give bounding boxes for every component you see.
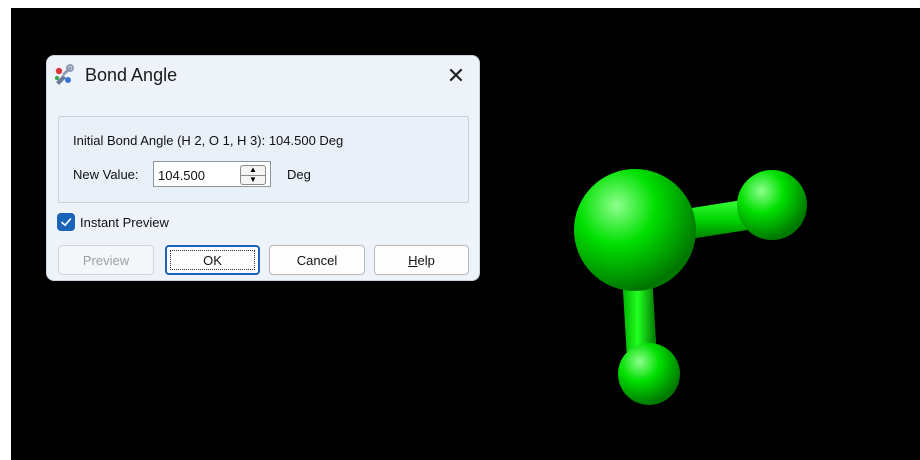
dialog-title: Bond Angle [85,65,178,85]
new-value-input[interactable] [158,166,234,184]
instant-preview-checkbox[interactable] [57,213,75,231]
new-value-spinbox[interactable]: ▲ ▼ [153,161,271,187]
cancel-button[interactable]: Cancel [269,245,365,275]
atom-h3 [618,343,680,405]
bond-angle-dialog: Bond Angle ✕ Initial Bond Angle (H 2, O … [46,55,480,281]
instant-preview-label: Instant Preview [80,214,169,230]
dialog-titlebar[interactable]: Bond Angle ✕ [47,56,479,96]
close-icon: ✕ [446,63,466,88]
new-value-label: New Value: [73,167,139,182]
help-button[interactable]: Help [374,245,469,275]
help-mnemonic: H [408,252,418,268]
preview-button-label: Preview [82,252,130,268]
close-button[interactable]: ✕ [433,56,479,96]
ok-button[interactable]: OK [165,245,260,275]
preview-button[interactable]: Preview [58,245,154,275]
atom-o1 [574,169,696,291]
instant-preview-row[interactable]: Instant Preview [57,212,169,232]
molecule-wrench-icon [55,64,74,85]
initial-bond-angle-text: Initial Bond Angle (H 2, O 1, H 3): 104.… [73,133,344,148]
checkmark-icon [61,218,72,226]
angle-group-box: Initial Bond Angle (H 2, O 1, H 3): 104.… [58,116,469,203]
spinner-buttons[interactable]: ▲ ▼ [240,165,266,185]
unit-label: Deg [287,167,311,182]
help-button-label: Help [408,253,435,268]
help-label-rest: elp [417,252,435,268]
spin-down-icon[interactable]: ▼ [241,175,265,185]
atom-h2 [737,170,807,240]
cancel-button-label: Cancel [296,252,338,268]
focus-ring [170,250,255,270]
